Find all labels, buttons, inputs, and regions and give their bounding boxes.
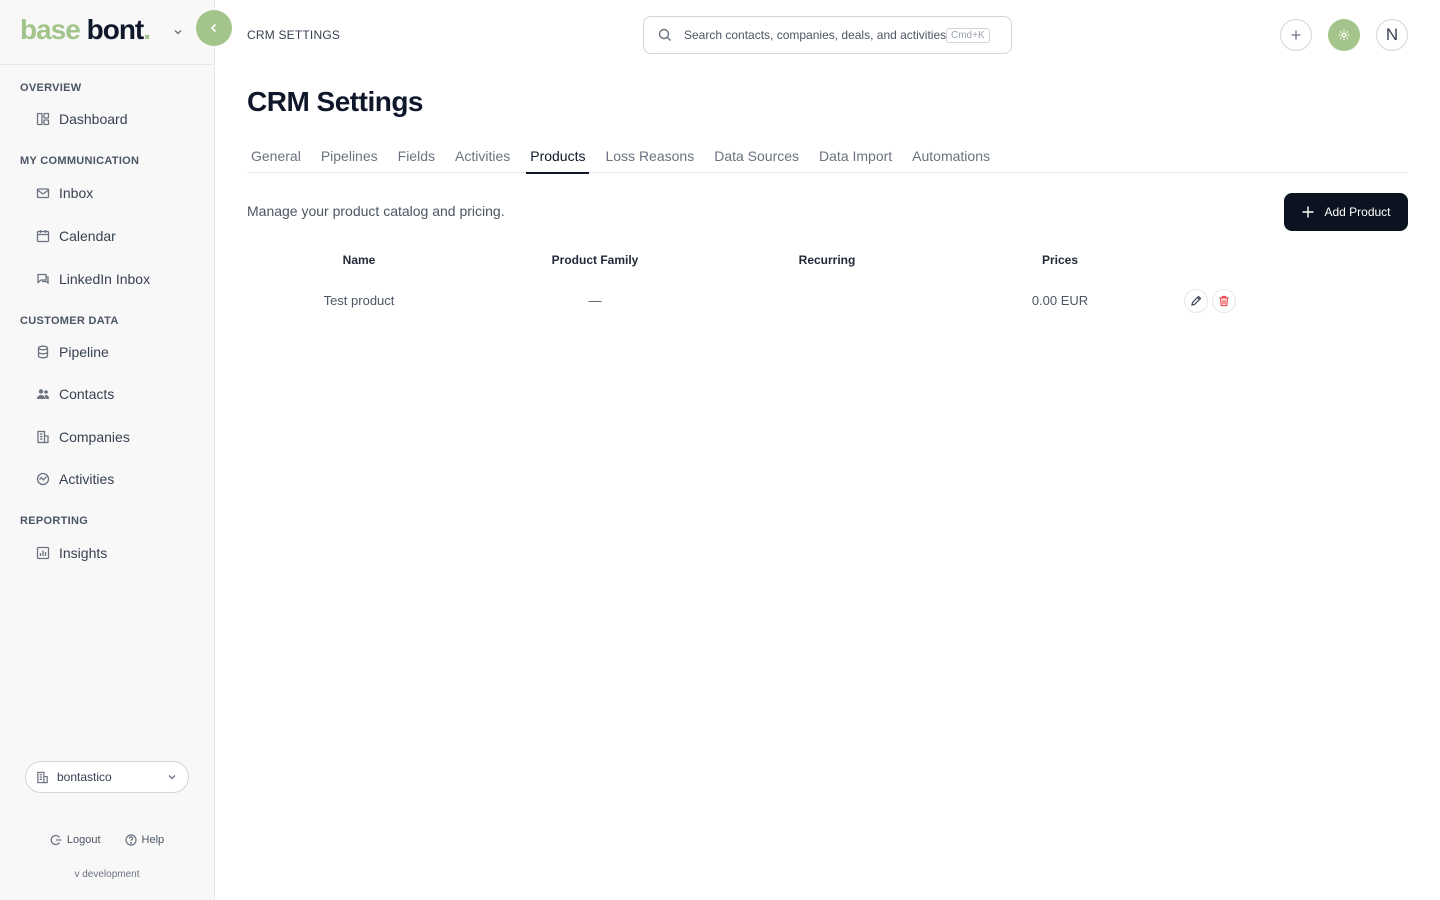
column-header-recurring: Recurring (798, 253, 856, 267)
tab-data-sources[interactable]: Data Sources (710, 142, 803, 173)
chat-icon (37, 273, 49, 285)
chart-icon (36, 546, 50, 560)
avatar[interactable]: N (1376, 19, 1408, 51)
product-name-cell: Test product (323, 293, 395, 308)
users-icon (37, 389, 49, 399)
sidebar-item-label: Inbox (59, 185, 94, 201)
tab-activities[interactable]: Activities (451, 142, 514, 173)
dashboard-icon (36, 112, 50, 126)
tab-fields[interactable]: Fields (394, 142, 439, 173)
tab-pipelines[interactable]: Pipelines (317, 142, 382, 173)
section-label-reporting: REPORTING (20, 515, 89, 527)
sidebar-item-calendar[interactable]: Calendar (24, 219, 200, 253)
sidebar-item-insights[interactable]: Insights (24, 536, 200, 570)
settings-button[interactable] (1328, 19, 1360, 51)
search-shortcut: Cmd+K (946, 27, 990, 43)
tab-general[interactable]: General (247, 142, 305, 173)
collapse-sidebar-button[interactable] (196, 10, 232, 46)
organization-select[interactable]: bontastico (25, 761, 189, 793)
breadcrumb: CRM SETTINGS (247, 28, 341, 42)
sidebar-item-label: Companies (59, 429, 130, 445)
brand-area: base bont. (0, 0, 214, 65)
search-icon (658, 28, 671, 41)
sidebar: base bont. OVERVIEW Dashboard MY COMMUNI… (0, 0, 215, 900)
sidebar-item-label: Activities (59, 471, 115, 487)
logout-icon (50, 834, 62, 846)
product-family-cell: — (588, 293, 602, 308)
plus-icon (1302, 206, 1314, 218)
organization-name: bontastico (57, 770, 112, 784)
section-description: Manage your product catalog and pricing. (247, 203, 505, 219)
tab-automations[interactable]: Automations (908, 142, 994, 173)
quick-add-button[interactable] (1280, 19, 1312, 51)
sidebar-item-dashboard[interactable]: Dashboard (24, 102, 200, 136)
sidebar-item-label: Pipeline (59, 344, 109, 360)
section-label-my-communication: MY COMMUNICATION (20, 155, 140, 167)
chevron-down-icon (168, 775, 176, 780)
sidebar-item-companies[interactable]: Companies (24, 420, 200, 454)
page-title: CRM Settings (247, 86, 424, 117)
trash-icon (1219, 295, 1229, 307)
search-input[interactable] (684, 28, 946, 42)
sidebar-item-label: Dashboard (59, 111, 128, 127)
section-label-customer-data: CUSTOMER DATA (20, 315, 119, 327)
sidebar-item-label: Insights (59, 545, 108, 561)
sidebar-item-contacts[interactable]: Contacts (24, 377, 200, 411)
add-product-button[interactable]: Add Product (1284, 193, 1408, 231)
building-icon (37, 771, 48, 783)
logout-label: Logout (66, 834, 101, 846)
sidebar-item-linkedin-inbox[interactable]: LinkedIn Inbox (24, 262, 200, 296)
building-icon (37, 430, 49, 444)
plus-icon (1291, 30, 1301, 40)
edit-product-button[interactable] (1184, 289, 1208, 313)
logout-link[interactable]: Logout (50, 834, 101, 846)
help-icon (124, 834, 137, 846)
gear-icon (1338, 29, 1350, 41)
database-icon (37, 345, 49, 359)
sidebar-footer: Logout Help (0, 834, 214, 846)
tab-loss-reasons[interactable]: Loss Reasons (601, 142, 698, 173)
sidebar-item-pipeline[interactable]: Pipeline (24, 335, 200, 369)
logo[interactable]: base bont. (20, 12, 151, 48)
calendar-icon (36, 230, 50, 243)
sidebar-item-inbox[interactable]: Inbox (24, 176, 200, 210)
sidebar-item-label: Calendar (59, 228, 116, 244)
help-link[interactable]: Help (124, 834, 165, 846)
chevron-down-icon[interactable] (172, 26, 184, 38)
mail-icon (36, 188, 50, 199)
pencil-icon (1191, 295, 1202, 306)
sidebar-item-activities[interactable]: Activities (24, 462, 200, 496)
search-bar[interactable]: Cmd+K (643, 16, 1012, 54)
tab-products[interactable]: Products (526, 142, 590, 174)
activity-icon (36, 472, 50, 486)
column-header-product-family: Product Family (551, 253, 639, 267)
section-label-overview: OVERVIEW (20, 82, 82, 94)
column-header-prices: Prices (1041, 253, 1079, 267)
column-header-name: Name (342, 253, 376, 267)
sidebar-item-label: LinkedIn Inbox (59, 271, 151, 287)
version-label: v development (74, 869, 140, 880)
settings-tabs: General Pipelines Fields Activities Prod… (247, 142, 1408, 174)
tab-data-import[interactable]: Data Import (815, 142, 896, 173)
price-cell: 0.00 EUR (1031, 293, 1089, 308)
add-product-label: Add Product (1324, 205, 1391, 219)
delete-product-button[interactable] (1212, 289, 1236, 313)
help-label: Help (141, 834, 165, 846)
sidebar-item-label: Contacts (59, 386, 115, 402)
chevron-left-icon (210, 23, 217, 33)
